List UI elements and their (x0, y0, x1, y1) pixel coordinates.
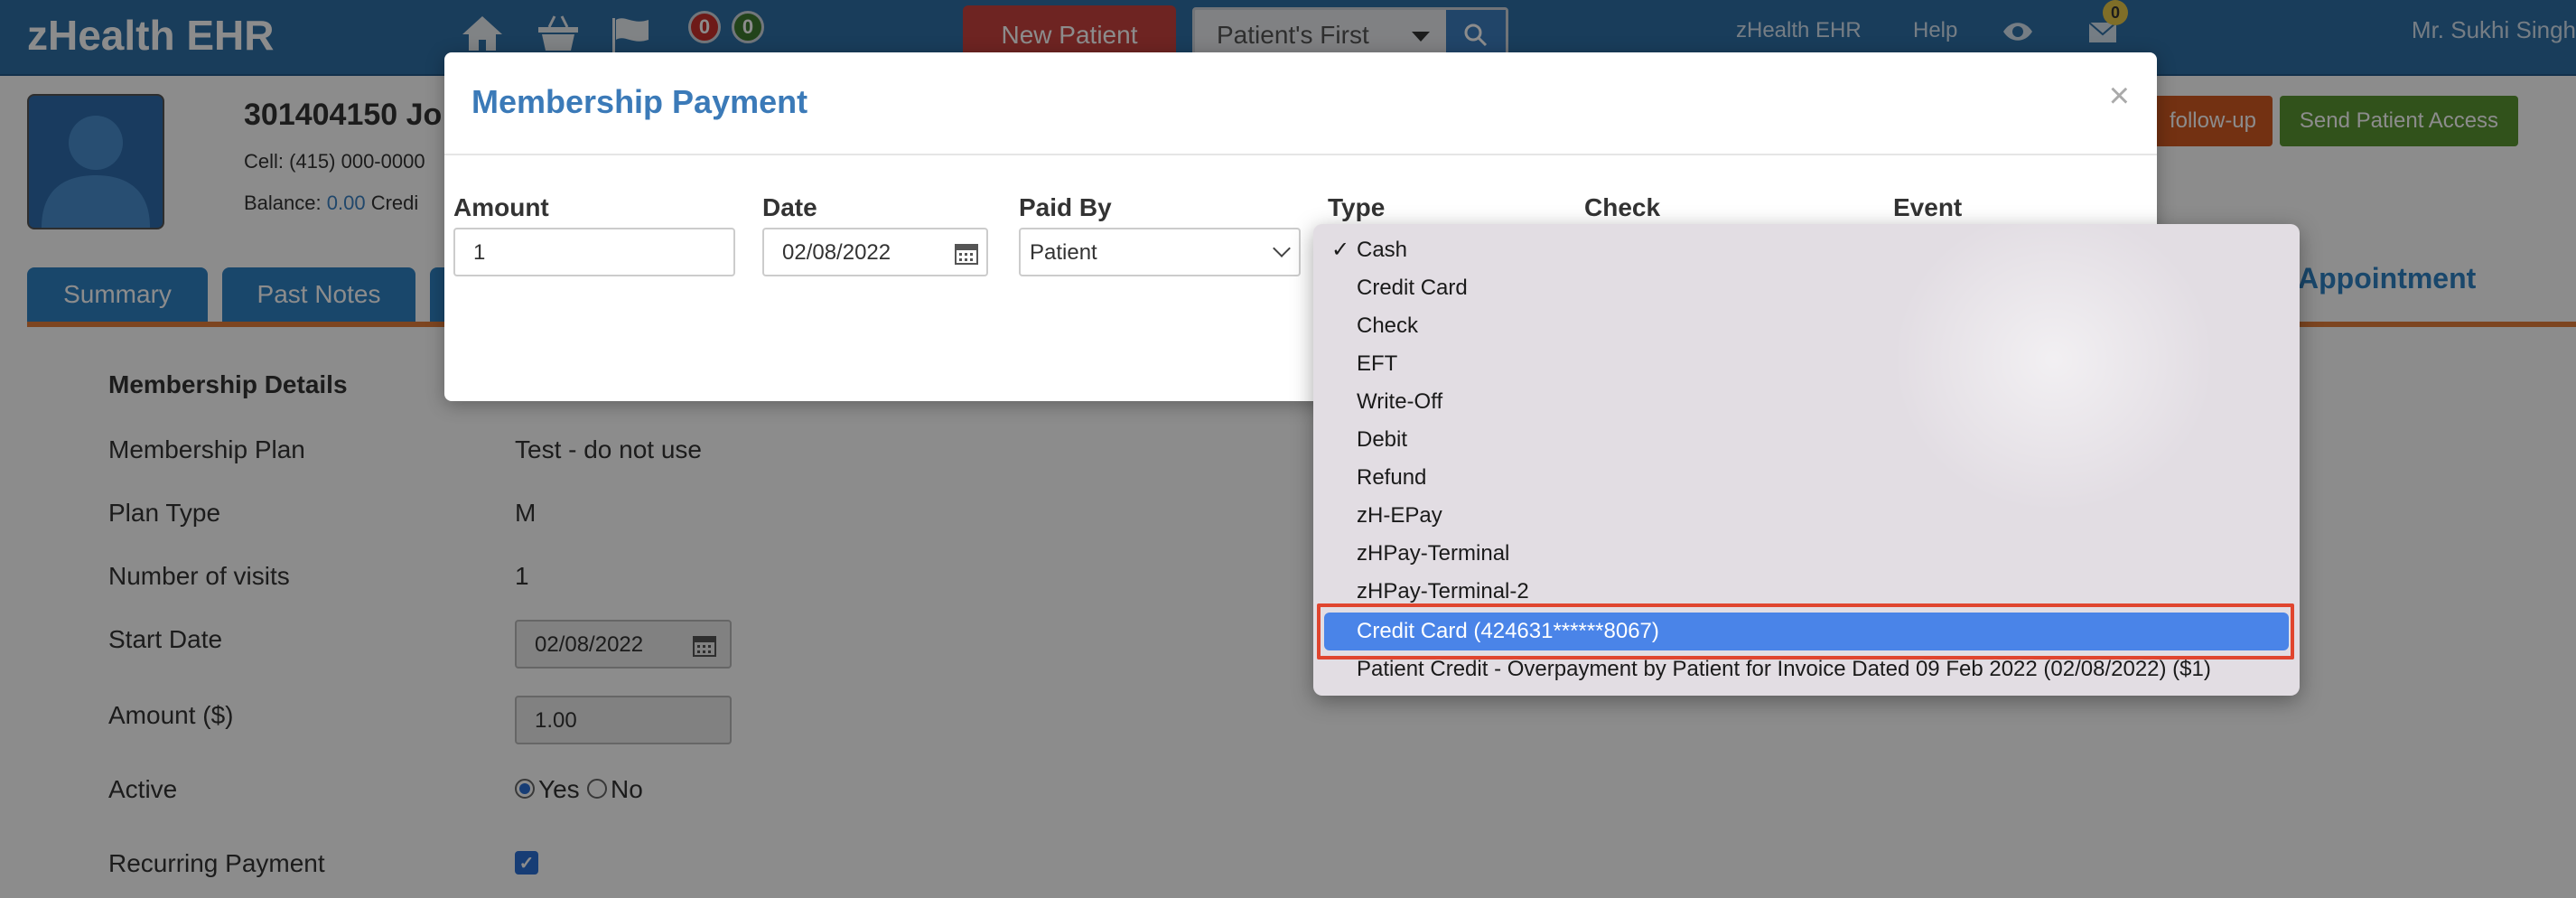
dropdown-option-zhpay-terminal[interactable]: zHPay-Terminal (1313, 535, 2300, 573)
type-col-label: Type (1328, 193, 1386, 221)
dropdown-option-refund[interactable]: Refund (1313, 459, 2300, 497)
check-col-label: Check (1584, 193, 1661, 221)
close-icon[interactable]: × (2109, 78, 2130, 114)
checkmark-icon: ✓ (1331, 238, 1350, 262)
dropdown-option-eft[interactable]: EFT (1313, 345, 2300, 383)
modal-title: Membership Payment (471, 83, 808, 120)
dropdown-option-zh-epay[interactable]: zH-EPay (1313, 497, 2300, 535)
payment-date-value: 02/08/2022 (782, 240, 891, 265)
dropdown-option-credit-card[interactable]: Credit Card (1313, 269, 2300, 307)
dropdown-option-debit[interactable]: Debit (1313, 421, 2300, 459)
dropdown-option-write-off[interactable]: Write-Off (1313, 383, 2300, 421)
dropdown-option-check[interactable]: Check (1313, 307, 2300, 345)
paid-by-col-label: Paid By (1019, 193, 1112, 221)
dropdown-option-saved-credit-card[interactable]: Credit Card (424631******8067) (1313, 613, 2300, 650)
paid-by-select[interactable]: Patient (1019, 228, 1301, 276)
dropdown-option-cash[interactable]: ✓ Cash (1313, 231, 2300, 269)
event-col-label: Event (1893, 193, 1963, 221)
amount-col-label: Amount (453, 193, 549, 221)
payment-type-dropdown: ✓ Cash Credit Card Check EFT Write-Off D… (1313, 224, 2300, 696)
payment-amount-input[interactable]: 1 (453, 228, 735, 276)
modal-header: Membership Payment × (444, 52, 2157, 155)
dropdown-option-patient-credit[interactable]: Patient Credit - Overpayment by Patient … (1313, 650, 2300, 688)
date-col-label: Date (762, 193, 817, 221)
payment-date-input[interactable]: 02/08/2022 (762, 228, 988, 276)
paid-by-value: Patient (1030, 240, 1097, 265)
dropdown-option-zhpay-terminal-2[interactable]: zHPay-Terminal-2 (1313, 573, 2300, 611)
calendar-icon (955, 244, 978, 265)
chevron-down-icon (1273, 239, 1291, 257)
